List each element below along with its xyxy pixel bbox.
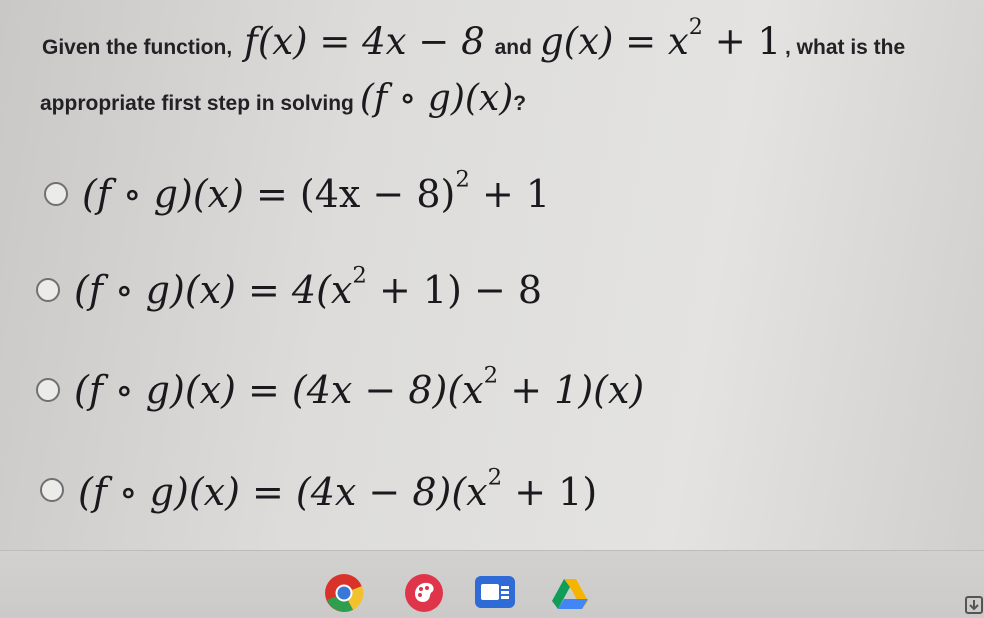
option-1-rhs-a: (4x − 8) — [299, 172, 456, 216]
answer-option-3[interactable]: (f ∘ g)(x) = (4x − 8)(x2 + 1)(x) — [36, 364, 645, 412]
tray-icon[interactable] — [964, 595, 984, 615]
option-3-expression: (f ∘ g)(x) = (4x − 8)(x2 + 1)(x) — [74, 364, 645, 412]
g-definition: g(x) = x2 + 1 — [539, 14, 781, 63]
option-4-rhs-a: (4x − 8)(x — [295, 470, 488, 514]
g-rhs-base: x — [667, 20, 689, 63]
radio-button-2[interactable] — [36, 278, 60, 302]
question-line-1: Given the function, f(x) = 4x − 8 and g(… — [42, 14, 906, 63]
chrome-icon[interactable] — [324, 573, 364, 613]
f-rhs: 4x − 8 — [362, 20, 485, 63]
question-line2-text: appropriate first step in solving — [40, 92, 354, 115]
option-4-lhs: (f ∘ g)(x) = — [78, 470, 284, 514]
option-2-expression: (f ∘ g)(x) = 4(x2 + 1) − 8 — [74, 264, 543, 312]
option-2-rhs-a: 4(x — [291, 268, 353, 312]
radio-button-4[interactable] — [40, 478, 64, 502]
option-4-exponent: 2 — [487, 464, 503, 491]
question-page: Given the function, f(x) = 4x − 8 and g(… — [0, 0, 984, 550]
question-line-2: appropriate first step in solving (f ∘ g… — [40, 78, 526, 119]
answer-option-2[interactable]: (f ∘ g)(x) = 4(x2 + 1) − 8 — [36, 264, 543, 312]
option-2-lhs: (f ∘ g)(x) = — [74, 268, 280, 312]
target-expression: (f ∘ g)(x) — [359, 78, 514, 119]
option-2-exponent: 2 — [352, 262, 367, 289]
answer-option-1[interactable]: (f ∘ g)(x) = (4x − 8)2 + 1 — [44, 168, 551, 216]
option-4-rhs-b: + 1) — [514, 470, 598, 514]
option-3-exponent: 2 — [483, 362, 499, 389]
drive-icon[interactable] — [550, 573, 590, 613]
radio-button-3[interactable] — [36, 378, 60, 402]
g-rhs-tail: + 1 — [714, 20, 781, 63]
question-mark: ? — [513, 92, 527, 115]
taskbar — [0, 550, 984, 618]
g-lhs: g(x) — [539, 20, 614, 63]
radio-button-1[interactable] — [44, 182, 68, 206]
option-2-rhs-b: + 1) − 8 — [378, 268, 543, 312]
question-tail: , what is the — [785, 36, 906, 59]
slides-icon[interactable] — [474, 575, 516, 609]
option-1-lhs: (f ∘ g)(x) = — [82, 172, 288, 216]
option-3-rhs-a: (4x − 8)(x — [291, 368, 484, 412]
option-1-rhs-b: + 1 — [481, 172, 551, 216]
option-3-rhs-b: + 1)(x) — [510, 368, 645, 412]
and-word: and — [494, 36, 532, 59]
option-4-expression: (f ∘ g)(x) = (4x − 8)(x2 + 1) — [78, 466, 598, 514]
option-1-expression: (f ∘ g)(x) = (4x − 8)2 + 1 — [82, 168, 551, 216]
option-3-lhs: (f ∘ g)(x) = — [74, 368, 280, 412]
question-intro: Given the function, — [42, 36, 233, 59]
option-1-exponent: 2 — [455, 166, 470, 193]
answer-option-4[interactable]: (f ∘ g)(x) = (4x − 8)(x2 + 1) — [40, 462, 597, 518]
g-rhs-exponent: 2 — [688, 14, 703, 41]
f-lhs: f(x) — [244, 20, 308, 63]
f-definition: f(x) = 4x − 8 — [244, 20, 485, 63]
palette-icon[interactable] — [404, 573, 444, 613]
